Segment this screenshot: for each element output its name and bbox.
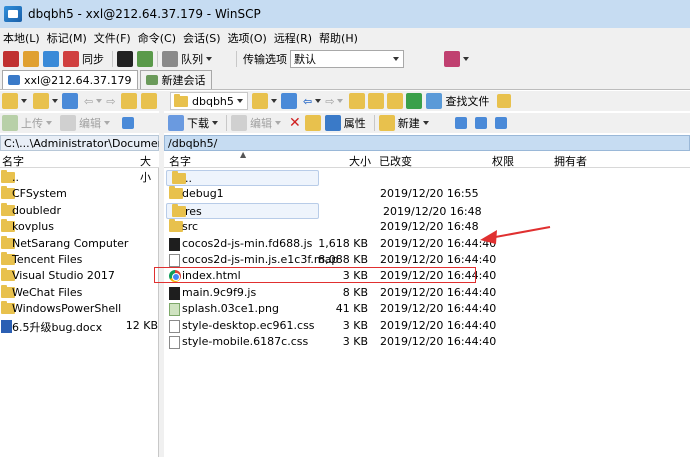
annotation-arrow [480, 226, 551, 244]
